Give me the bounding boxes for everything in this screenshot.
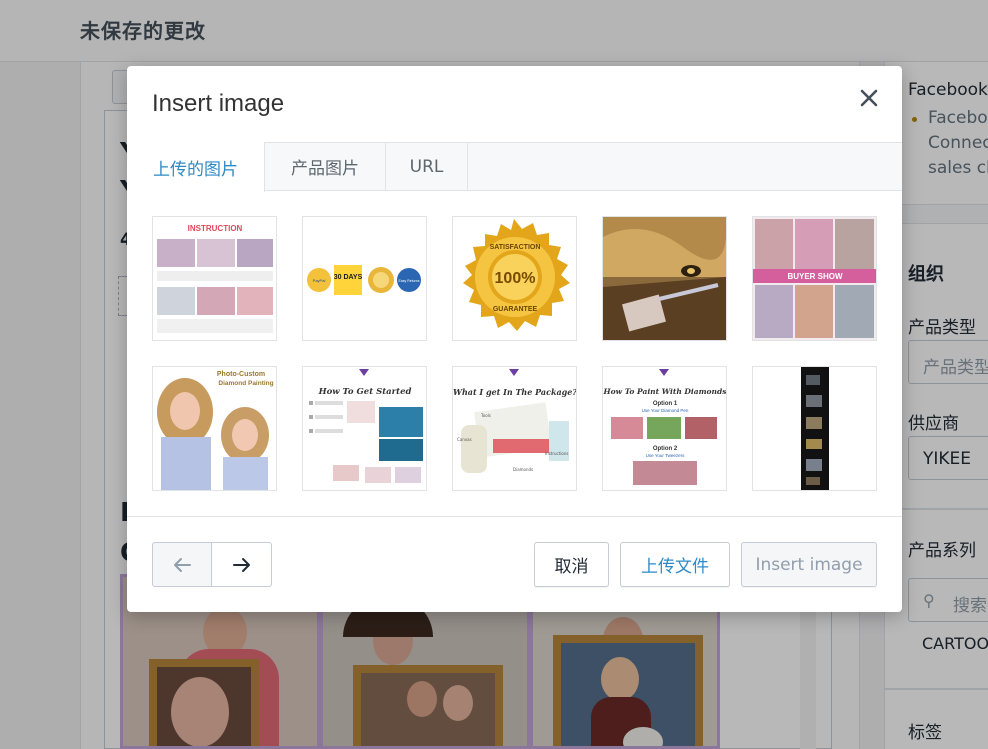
image-thumbnail-lion[interactable] [602,216,727,341]
svg-text:Diamond Painting: Diamond Painting [218,380,273,387]
cancel-button[interactable]: 取消 [534,542,609,587]
modal-title: Insert image [152,90,285,117]
arrow-right-icon [232,557,250,572]
svg-text:Option 2: Option 2 [653,446,678,452]
tab-url[interactable]: URL [386,142,468,191]
svg-text:30 DAYS: 30 DAYS [334,274,363,281]
close-button[interactable] [855,84,883,112]
svg-text:PayPal: PayPal [313,278,326,283]
tab-product-images[interactable]: 产品图片 [265,142,386,191]
thumb-caption: INSTRUCTION [188,224,243,233]
svg-text:Tools: Tools [480,413,491,418]
svg-text:Photo-Custom: Photo-Custom [217,371,265,378]
next-page-button[interactable] [212,542,272,587]
svg-text:Use Your Diamond Pen: Use Your Diamond Pen [642,408,689,413]
svg-text:Diamonds: Diamonds [513,467,533,472]
image-thumbnail-buyer-show[interactable]: BUYER SHOW [752,216,877,341]
image-thumbnail-paint-with-diamonds[interactable]: How To Paint With Diamonds Option 1 Use … [602,366,727,491]
image-thumbnail-satisfaction[interactable]: SATISFACTION 100% GUARANTEE [452,216,577,341]
image-thumbnail-photo-custom[interactable]: Photo-Custom Diamond Painting [152,366,277,491]
svg-text:How To Paint With Diamonds: How To Paint With Diamonds [603,387,726,396]
svg-text:Use Your Tweezers: Use Your Tweezers [646,453,685,458]
svg-text:BUYER SHOW: BUYER SHOW [787,272,843,281]
svg-text:100%: 100% [495,270,536,287]
close-icon [860,89,878,107]
image-thumbnail-package[interactable]: What I get In The Package? Tools Canvas … [452,366,577,491]
svg-text:GUARANTEE: GUARANTEE [493,306,538,313]
svg-text:Option 1: Option 1 [653,401,678,407]
svg-text:Instructions: Instructions [545,451,569,456]
svg-text:Canvas: Canvas [457,437,472,442]
image-thumbnail-tall-strip[interactable] [752,366,877,491]
image-thumbnail-instruction[interactable]: INSTRUCTION [152,216,277,341]
arrow-left-icon [174,557,191,572]
svg-text:What I get In The Package?: What I get In The Package? [453,387,576,397]
svg-text:SATISFACTION: SATISFACTION [490,244,541,251]
tab-uploaded-images[interactable]: 上传的图片 [127,142,265,192]
upload-file-button[interactable]: 上传文件 [620,542,730,587]
previous-page-button[interactable] [152,542,212,587]
image-source-tabs: 上传的图片 产品图片 URL [127,142,902,192]
svg-text:How To Get Started: How To Get Started [318,387,412,397]
insert-image-button[interactable]: Insert image [741,542,877,587]
svg-text:Easy Returns: Easy Returns [398,279,419,283]
footer-divider [127,516,902,517]
insert-image-modal: Insert image 上传的图片 产品图片 URL INSTRUCTION … [127,66,902,612]
image-thumbnail-guarantees[interactable]: PayPal 30 DAYS Easy Returns [302,216,427,341]
image-thumbnail-get-started[interactable]: How To Get Started [302,366,427,491]
